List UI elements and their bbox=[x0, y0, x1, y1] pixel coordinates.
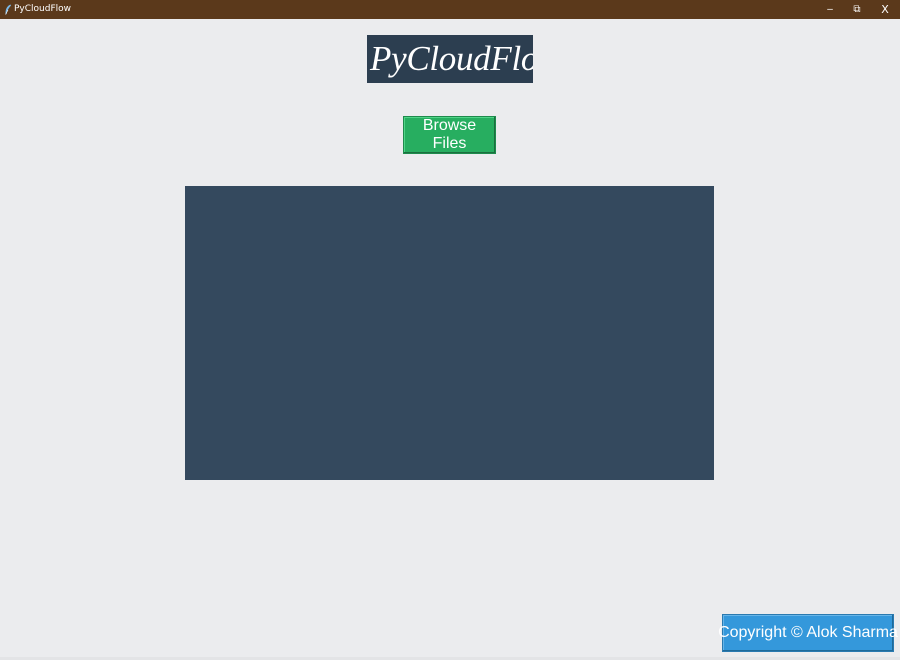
minimize-button[interactable]: – bbox=[816, 0, 844, 19]
app-window: PyCloudFlow – ⧉ X PyCloudFlow Browse Fil… bbox=[0, 0, 900, 660]
close-icon: X bbox=[881, 3, 889, 16]
browse-files-button[interactable]: Browse Files bbox=[403, 116, 496, 154]
app-logo: PyCloudFlow bbox=[367, 35, 533, 83]
feather-app-icon bbox=[5, 4, 11, 15]
window-title: PyCloudFlow bbox=[14, 4, 72, 14]
title-bar[interactable]: PyCloudFlow – ⧉ X bbox=[0, 0, 900, 19]
restore-button[interactable]: ⧉ bbox=[843, 0, 871, 19]
copyright-button[interactable]: Copyright © Alok Sharma bbox=[718, 614, 898, 652]
close-button[interactable]: X bbox=[871, 0, 899, 19]
minimize-icon: – bbox=[827, 4, 833, 15]
file-display-panel bbox=[185, 186, 714, 480]
restore-icon: ⧉ bbox=[853, 4, 861, 15]
